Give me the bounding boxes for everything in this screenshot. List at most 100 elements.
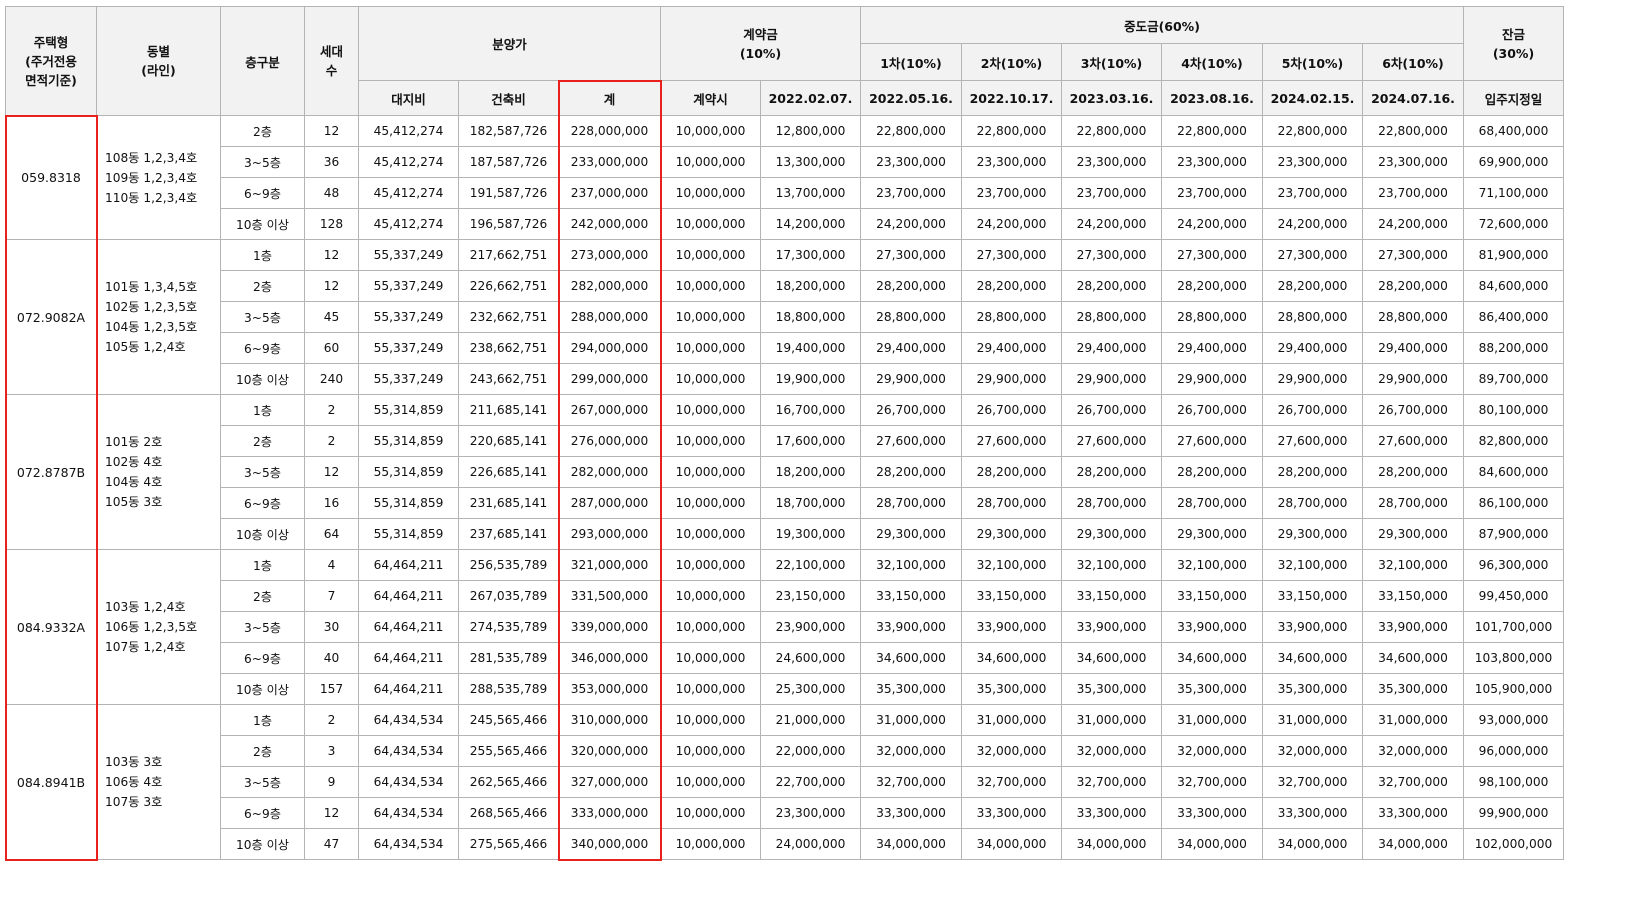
header-middle-date: 2024.02.15. — [1262, 80, 1363, 116]
units-cell: 7 — [304, 580, 359, 612]
middle-payment-cell: 32,100,000 — [961, 549, 1062, 581]
total-price-cell: 327,000,000 — [558, 766, 661, 798]
middle-payment-cell: 34,600,000 — [1262, 642, 1363, 674]
middle-payment-cell: 33,300,000 — [860, 797, 962, 829]
table-row: 6~9층 12 64,434,534 268,565,466 333,000,000 10… — [6, 797, 1564, 829]
total-price-cell: 293,000,000 — [558, 518, 661, 550]
total-price-cell: 294,000,000 — [558, 332, 661, 364]
dong-line: 107동 3호 — [105, 795, 163, 809]
land-price-cell: 45,412,274 — [358, 208, 459, 240]
middle-payment-cell: 27,600,000 — [1262, 425, 1363, 457]
header-middle-date: 2024.07.16. — [1362, 80, 1464, 116]
header-total: 계 — [558, 80, 661, 116]
type-cell: 084.8941B — [5, 704, 97, 860]
middle-payment-cell: 29,900,000 — [1161, 363, 1263, 395]
header-type-line: (주거전용 — [25, 53, 77, 69]
header-land: 대지비 — [358, 80, 459, 116]
middle-payment-cell: 32,000,000 — [1061, 735, 1162, 767]
land-price-cell: 64,434,534 — [358, 735, 459, 767]
middle-payment-cell: 33,300,000 — [1262, 797, 1363, 829]
units-cell: 3 — [304, 735, 359, 767]
deposit-second-cell: 21,000,000 — [760, 704, 861, 736]
building-price-cell: 187,587,726 — [458, 146, 559, 178]
middle-payment-cell: 29,900,000 — [860, 363, 962, 395]
deposit-second-cell: 19,400,000 — [760, 332, 861, 364]
total-price-cell: 237,000,000 — [558, 177, 661, 209]
floor-cell: 1층 — [220, 549, 305, 581]
dong-cell: 101동 1,3,4,5호 102동 1,2,3,5호 104동 1,2,3,5호 1… — [96, 239, 221, 395]
balance-cell: 82,800,000 — [1463, 425, 1564, 457]
total-price-cell: 282,000,000 — [558, 270, 661, 302]
units-cell: 2 — [304, 425, 359, 457]
middle-payment-cell: 28,800,000 — [1161, 301, 1263, 333]
middle-payment-cell: 27,300,000 — [1362, 239, 1464, 271]
building-price-cell: 231,685,141 — [458, 487, 559, 519]
land-price-cell: 64,434,534 — [358, 766, 459, 798]
middle-payment-cell: 31,000,000 — [1362, 704, 1464, 736]
middle-payment-cell: 35,300,000 — [961, 673, 1062, 705]
table-row: 10층 이상 240 55,337,249 243,662,751 299,000,00… — [6, 363, 1564, 395]
header-deposit-contract: 계약시 — [660, 80, 761, 116]
deposit-contract-cell: 10,000,000 — [660, 487, 761, 519]
units-cell: 16 — [304, 487, 359, 519]
floor-cell: 1층 — [220, 704, 305, 736]
middle-payment-cell: 28,200,000 — [1262, 456, 1363, 488]
land-price-cell: 55,337,249 — [358, 239, 459, 271]
middle-payment-cell: 29,300,000 — [1262, 518, 1363, 550]
middle-payment-cell: 33,150,000 — [860, 580, 962, 612]
units-cell: 45 — [304, 301, 359, 333]
balance-cell: 88,200,000 — [1463, 332, 1564, 364]
header-balance-line: (30%) — [1492, 45, 1535, 61]
middle-payment-cell: 34,000,000 — [1262, 828, 1363, 860]
total-price-cell: 273,000,000 — [558, 239, 661, 271]
balance-cell: 103,800,000 — [1463, 642, 1564, 674]
dong-cell: 103동 3호 106동 4호 107동 3호 — [96, 704, 221, 860]
dong-cell: 108동 1,2,3,4호 109동 1,2,3,4호 110동 1,2,3,4호 — [96, 115, 221, 240]
deposit-contract-cell: 10,000,000 — [660, 146, 761, 178]
land-price-cell: 55,314,859 — [358, 425, 459, 457]
middle-payment-cell: 31,000,000 — [1262, 704, 1363, 736]
middle-payment-cell: 29,400,000 — [1061, 332, 1162, 364]
table-row: 3~5층 12 55,314,859 226,685,141 282,000,000 10… — [6, 456, 1564, 488]
table-row: 3~5층 36 45,412,274 187,587,726 233,000,000 10… — [6, 146, 1564, 178]
units-cell: 2 — [304, 704, 359, 736]
land-price-cell: 64,434,534 — [358, 704, 459, 736]
middle-payment-cell: 33,900,000 — [860, 611, 962, 643]
balance-cell: 101,700,000 — [1463, 611, 1564, 643]
middle-payment-cell: 32,000,000 — [1362, 735, 1464, 767]
middle-payment-cell: 23,700,000 — [961, 177, 1062, 209]
deposit-contract-cell: 10,000,000 — [660, 363, 761, 395]
table-row: 059.8318 108동 1,2,3,4호 109동 1,2,3,4호 110동 1… — [5, 115, 1564, 240]
middle-payment-cell: 33,900,000 — [1362, 611, 1464, 643]
header-deposit-line: (10%) — [739, 45, 782, 61]
middle-payment-cell: 29,300,000 — [860, 518, 962, 550]
middle-payment-cell: 27,600,000 — [1061, 425, 1162, 457]
header-middle-round: 4차(10%) — [1161, 43, 1263, 81]
dong-line: 109동 1,2,3,4호 — [105, 170, 198, 185]
units-cell: 240 — [304, 363, 359, 395]
land-price-cell: 45,412,274 — [358, 146, 459, 178]
middle-payment-cell: 28,200,000 — [860, 270, 962, 302]
middle-payment-cell: 28,200,000 — [1362, 270, 1464, 302]
deposit-second-cell: 12,800,000 — [760, 115, 861, 147]
balance-cell: 71,100,000 — [1463, 177, 1564, 209]
middle-payment-cell: 23,300,000 — [1161, 146, 1263, 178]
units-cell: 12 — [304, 270, 359, 302]
building-price-cell: 217,662,751 — [458, 239, 559, 271]
header-building: 건축비 — [458, 80, 559, 116]
header-middle: 중도금(60%) — [860, 6, 1464, 44]
deposit-second-cell: 23,300,000 — [760, 797, 861, 829]
building-price-cell: 275,565,466 — [458, 828, 559, 860]
deposit-second-cell: 23,900,000 — [760, 611, 861, 643]
units-cell: 128 — [304, 208, 359, 240]
table-row: 6~9층 60 55,337,249 238,662,751 294,000,000 10… — [6, 332, 1564, 364]
middle-payment-cell: 32,000,000 — [1262, 735, 1363, 767]
price-table: 주택형 (주거전용 면적기준) 동별 (라인) 층구분 세대 수 분양가 계약금… — [5, 6, 1564, 860]
middle-payment-cell: 22,800,000 — [860, 115, 962, 147]
middle-payment-cell: 28,700,000 — [1262, 487, 1363, 519]
dong-line: 106동 1,2,3,5호 — [105, 620, 198, 634]
middle-payment-cell: 28,700,000 — [1161, 487, 1263, 519]
middle-payment-cell: 33,900,000 — [1161, 611, 1263, 643]
header-dong-line: 동별 — [146, 44, 170, 59]
middle-payment-cell: 34,000,000 — [860, 828, 962, 860]
